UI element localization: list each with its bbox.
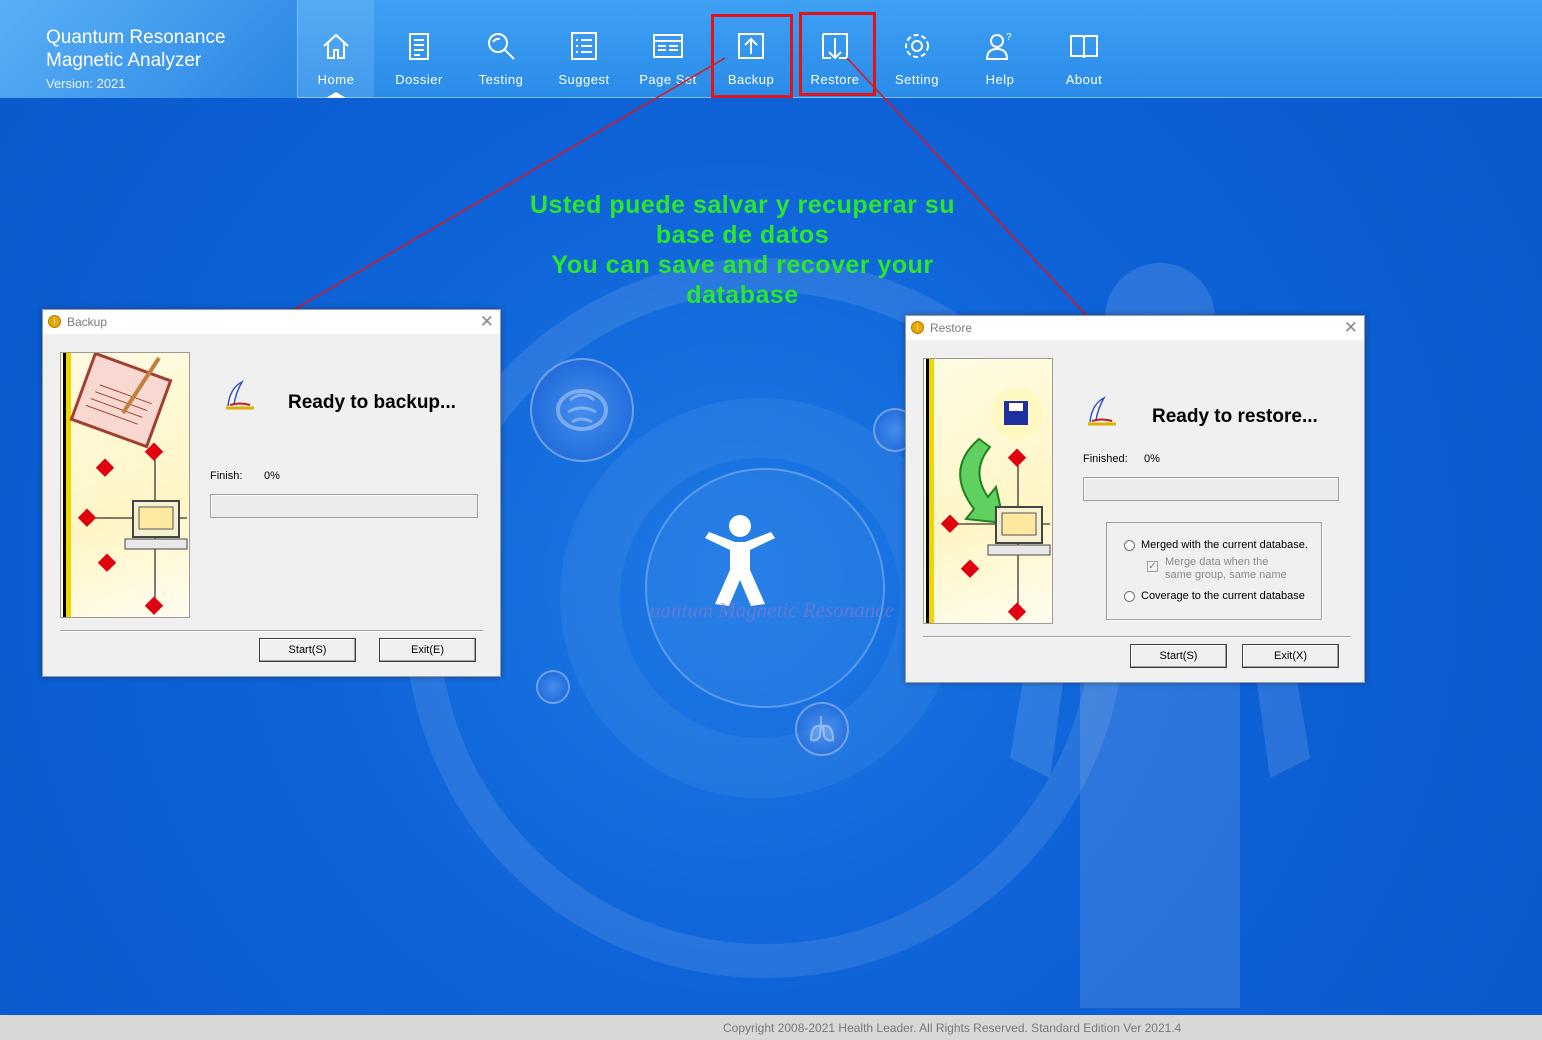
merge-option-label[interactable]: Merged with the current database. bbox=[1141, 539, 1308, 551]
restore-status-text: Ready to restore... bbox=[1152, 406, 1318, 427]
coverage-radio[interactable] bbox=[1124, 591, 1135, 602]
restore-dialog-title: Restore bbox=[930, 321, 973, 335]
clipboard-computer-icon bbox=[69, 353, 188, 615]
close-icon[interactable]: ✕ bbox=[1344, 318, 1358, 338]
merge-same-name-checkbox[interactable]: ✓ bbox=[1147, 561, 1158, 572]
merge-radio[interactable] bbox=[1124, 540, 1135, 551]
backup-start-button[interactable]: Start(S) bbox=[259, 638, 356, 662]
separator bbox=[923, 636, 1351, 638]
quill-pen-icon bbox=[1088, 396, 1116, 426]
backup-dialog-titlebar: i Backup ✕ bbox=[43, 310, 500, 334]
backup-progress-bar bbox=[210, 494, 478, 518]
restore-start-button[interactable]: Start(S) bbox=[1130, 644, 1227, 668]
annotation-text: Usted puede salvar y recuperar su base d… bbox=[480, 190, 1005, 310]
finish-label: Finish: bbox=[210, 470, 243, 482]
copyright-text: Copyright 2008-2021 Health Leader. All R… bbox=[723, 1021, 1182, 1035]
restore-options-group: Merged with the current database. ✓ Merg… bbox=[1106, 522, 1322, 620]
annotation-line2: base de datos bbox=[655, 221, 830, 249]
finished-value: 0% bbox=[1144, 453, 1160, 465]
merge-sub-option-line1: Merge data when the bbox=[1165, 556, 1269, 568]
restore-exit-button[interactable]: Exit(X) bbox=[1242, 644, 1339, 668]
backup-illustration bbox=[60, 352, 190, 618]
annotation-line3: You can save and recover your bbox=[551, 251, 934, 279]
app-logo-icon: i bbox=[911, 321, 924, 334]
status-footer: Copyright 2008-2021 Health Leader. All R… bbox=[0, 1015, 1542, 1040]
quill-pen-icon bbox=[226, 380, 254, 410]
floppy-computer-icon bbox=[940, 388, 1051, 621]
coverage-option-label[interactable]: Coverage to the current database bbox=[1141, 590, 1305, 602]
merge-sub-option-label: Merge data when the same group, same nam… bbox=[1165, 556, 1287, 582]
finish-value: 0% bbox=[264, 470, 280, 482]
backup-dialog: i Backup ✕ Ready to backup... Finish: 0% bbox=[42, 309, 501, 677]
separator bbox=[60, 630, 483, 632]
backup-exit-button[interactable]: Exit(E) bbox=[379, 638, 476, 662]
annotation-line4: database bbox=[686, 281, 799, 309]
restore-dialog: i Restore ✕ Ready to restore... Finished… bbox=[905, 315, 1365, 683]
backup-dialog-title: Backup bbox=[67, 315, 108, 329]
annotation-line1: Usted puede salvar y recuperar su bbox=[529, 191, 956, 219]
restore-illustration bbox=[923, 358, 1053, 624]
close-icon[interactable]: ✕ bbox=[480, 312, 494, 332]
restore-progress-bar bbox=[1083, 477, 1339, 501]
app-logo-icon: i bbox=[48, 315, 61, 328]
merge-sub-option-line2: same group, same name bbox=[1165, 569, 1287, 581]
restore-dialog-titlebar: i Restore ✕ bbox=[906, 316, 1364, 340]
finished-label: Finished: bbox=[1083, 453, 1128, 465]
backup-status-text: Ready to backup... bbox=[288, 392, 456, 413]
